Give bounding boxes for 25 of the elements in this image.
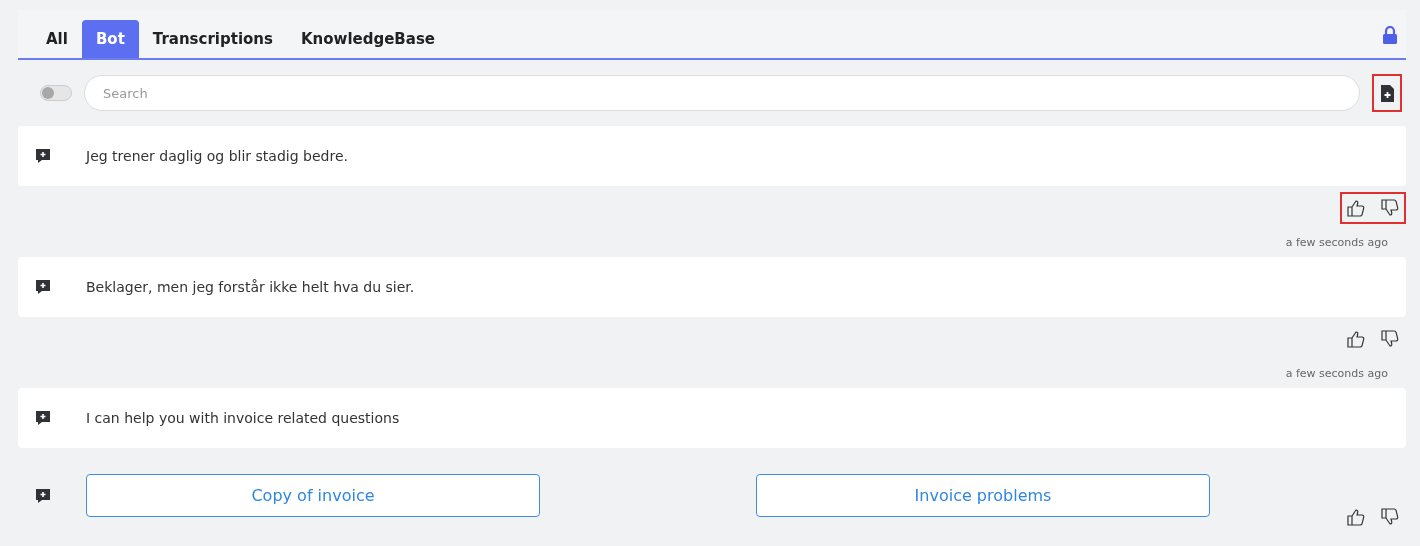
thumbs-up-icon[interactable]: [1346, 329, 1366, 349]
option-button[interactable]: Invoice problems: [756, 474, 1210, 517]
thumbs-up-icon[interactable]: [1346, 198, 1366, 218]
chat-plus-icon: [34, 147, 52, 165]
thumbs-up-icon[interactable]: [1346, 507, 1366, 527]
option-button[interactable]: Copy of invoice: [86, 474, 540, 517]
chat-plus-icon: [34, 486, 52, 505]
timestamp: a few seconds ago: [1285, 367, 1388, 380]
tab[interactable]: Transcriptions: [138, 20, 287, 58]
tab[interactable]: Bot: [81, 20, 139, 58]
add-document-button[interactable]: [1372, 74, 1402, 112]
message-text: Jeg trener daglig og blir stadig bedre.: [86, 148, 348, 164]
tab[interactable]: KnowledgeBase: [286, 20, 450, 58]
thumbs-down-icon[interactable]: [1380, 507, 1400, 527]
thumbs-down-icon[interactable]: [1380, 329, 1400, 349]
add-document-icon: [1380, 84, 1394, 102]
thumbs-down-icon[interactable]: [1380, 198, 1400, 218]
toggle-switch[interactable]: [40, 85, 72, 101]
search-field[interactable]: Search: [84, 75, 1360, 111]
chat-plus-icon: [34, 278, 52, 296]
timestamp: a few seconds ago: [1285, 236, 1388, 249]
message-text: Beklager, men jeg forstår ikke helt hva du sier.: [86, 279, 415, 295]
chat-plus-icon: [34, 409, 52, 427]
tab[interactable]: All: [32, 20, 82, 58]
message-text: I can help you with invoice related questions: [86, 410, 400, 426]
